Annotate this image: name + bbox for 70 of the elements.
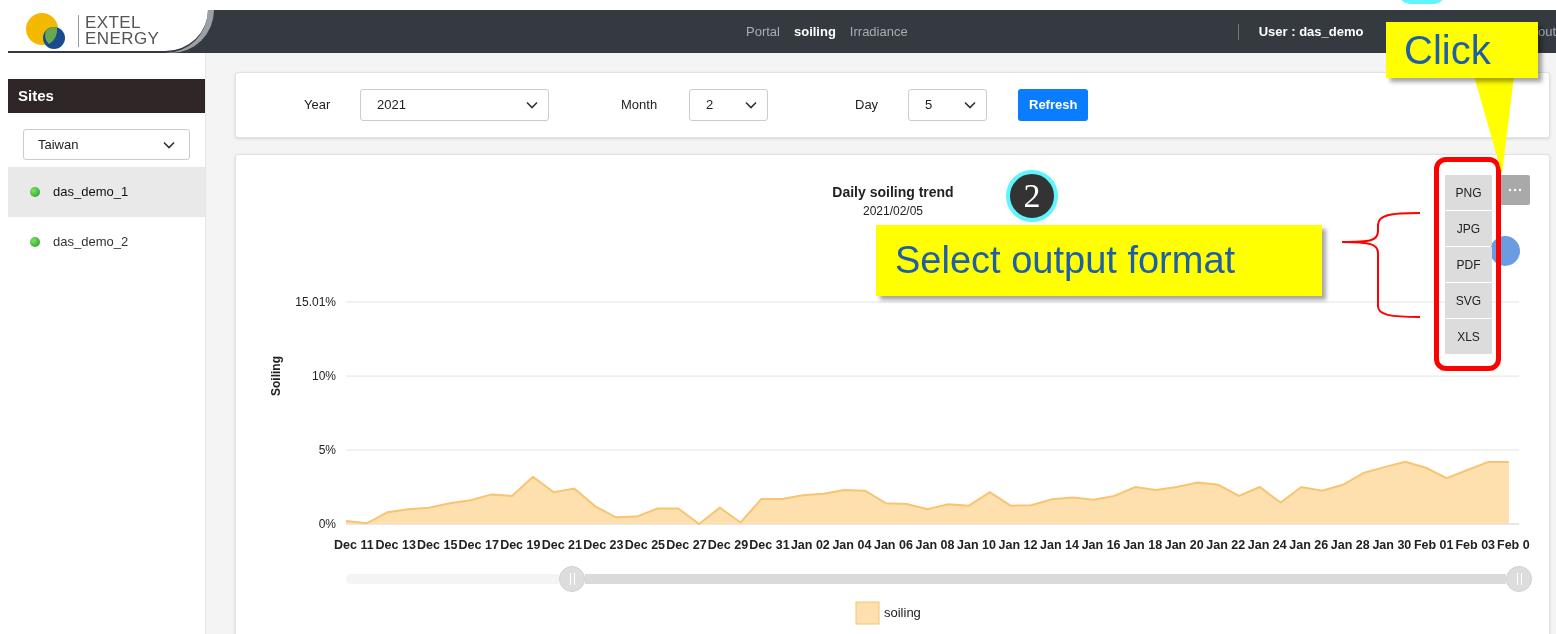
logout-link[interactable]: out (1537, 21, 1556, 42)
x-tick-label: Dec 21 (541, 538, 582, 552)
x-tick-label: Dec 25 (624, 538, 666, 552)
x-tick-label: Feb 01 (1413, 538, 1454, 552)
chevron-down-icon (745, 101, 757, 109)
x-tick-label: Dec 17 (458, 538, 499, 552)
filter-select[interactable]: 5 (908, 89, 987, 121)
refresh-button[interactable]: Refresh (1018, 89, 1089, 121)
x-tick-label: Jan 24 (1247, 538, 1287, 552)
logo-text: EXTEL (85, 14, 142, 31)
chevron-down-icon (526, 101, 538, 109)
zoom-slider-handle[interactable] (559, 566, 585, 592)
nav-link[interactable]: Portal (746, 21, 780, 42)
more-icon (1508, 188, 1522, 192)
region-select[interactable]: Taiwan (23, 129, 190, 160)
user-label: User : das_demo (1258, 22, 1364, 41)
chart-menu-button[interactable] (1500, 175, 1530, 205)
x-tick-label: Jan 30 (1372, 538, 1412, 552)
filter-select[interactable]: 2 (689, 89, 768, 121)
x-tick-label: Jan 02 (790, 538, 830, 552)
y-tick-label: 5% (318, 443, 336, 458)
chart-subtitle: 2021/02/05 (862, 204, 924, 218)
sidebar-title: Sites (8, 79, 205, 113)
filter-label: Year (304, 96, 332, 115)
x-tick-label: Feb 0 (1497, 538, 1530, 552)
export-option[interactable]: PDF (1445, 247, 1492, 282)
filter-label: Month (621, 96, 659, 115)
x-tick-label: Jan 16 (1081, 538, 1121, 552)
x-tick-label: Jan 14 (1040, 538, 1080, 552)
nav-link[interactable]: Irradiance (849, 21, 908, 42)
x-tick-label: Jan 20 (1164, 538, 1204, 552)
chart-title: Daily soiling trend (832, 184, 954, 200)
x-tick-label: Jan 18 (1123, 538, 1163, 552)
x-tick-label: Dec 13 (375, 538, 416, 552)
x-tick-label: Dec 27 (666, 538, 707, 552)
x-tick-label: Dec 11 (334, 538, 374, 552)
x-tick-label: Dec 23 (583, 538, 624, 552)
y-tick-label: 0% (318, 517, 336, 531)
y-axis-title: Soiling (269, 356, 283, 396)
legend-label: soiling (884, 605, 921, 620)
x-tick-label: Jan 26 (1289, 538, 1329, 552)
x-tick-label: Jan 28 (1330, 538, 1370, 552)
x-tick-label: Dec 19 (500, 538, 541, 552)
x-tick-label: Jan 04 (832, 538, 872, 552)
chevron-down-icon (964, 101, 976, 109)
legend-swatch (855, 601, 880, 625)
filter-select[interactable]: 2021 (360, 89, 549, 121)
y-tick-label: 10% (311, 369, 336, 384)
export-option[interactable]: XLS (1445, 319, 1492, 354)
x-tick-label: Jan 08 (915, 538, 955, 552)
x-tick-label: Jan 12 (998, 538, 1038, 552)
logo-text: ENERGY (85, 30, 160, 47)
x-tick-label: Jan 10 (957, 538, 996, 552)
x-tick-label: Jan 06 (873, 538, 913, 552)
x-tick-label: Dec 31 (749, 538, 790, 552)
x-tick-label: Dec 15 (417, 538, 458, 552)
zoom-slider-handle[interactable] (1506, 566, 1532, 592)
filter-label: Day (855, 96, 880, 115)
export-option[interactable]: JPG (1445, 211, 1492, 246)
site-item[interactable]: das_demo_1 (8, 167, 205, 217)
nav-link[interactable]: soiling (793, 21, 836, 42)
x-tick-label: Jan 22 (1206, 538, 1246, 552)
export-option[interactable]: SVG (1445, 283, 1492, 318)
brace-icon (1340, 211, 1422, 319)
y-tick-label: 15.01% (295, 295, 336, 309)
export-option[interactable]: PNG (1445, 175, 1492, 210)
x-tick-label: Feb 03 (1455, 538, 1496, 552)
format-callout: Select output format (876, 225, 1322, 296)
x-tick-label: Dec 29 (707, 538, 749, 552)
chevron-down-icon (163, 140, 175, 149)
